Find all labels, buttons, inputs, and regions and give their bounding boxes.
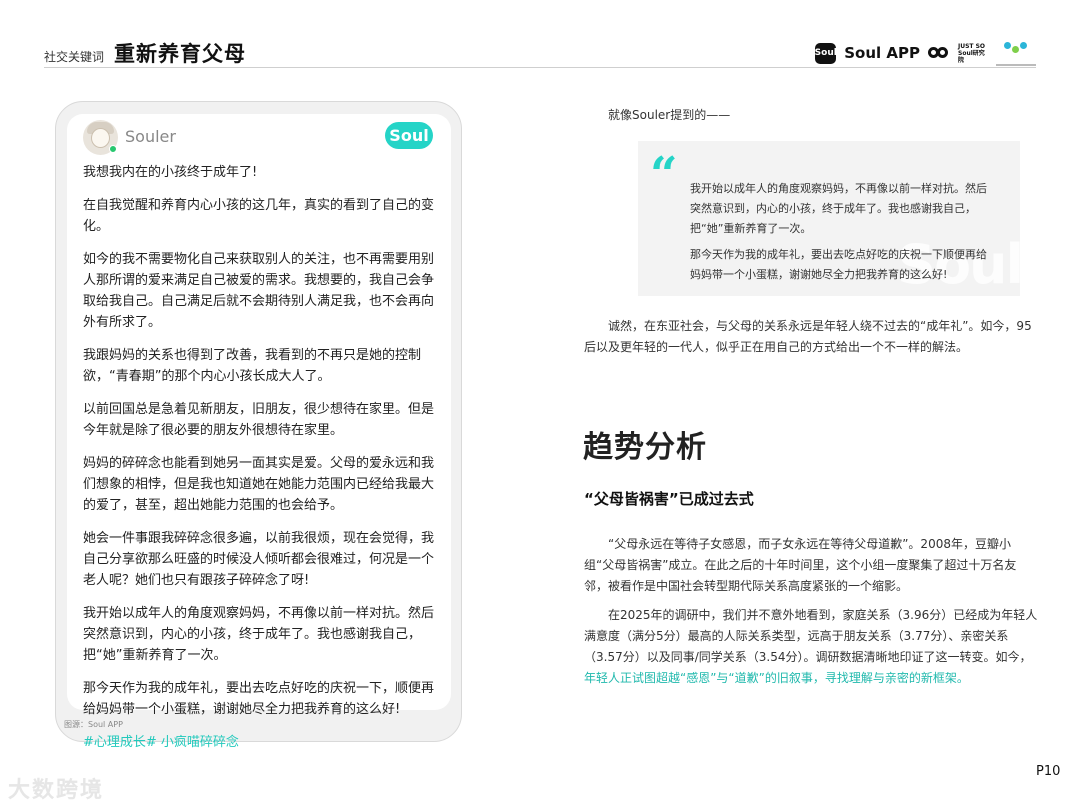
post-paragraph: 在自我觉醒和养育内心小孩的这几年，真实的看到了自己的变化。 [83,198,435,234]
page-header: 社交关键词 重新养育父母 Soul Soul APP JUST SO Soul研… [44,34,1036,68]
post-paragraph: 那今天作为我的成年礼，要出去吃点好吃的庆祝一下，顺便再给妈妈带一个小蛋糕，谢谢她… [83,681,435,717]
quote-lead: 就像Souler提到的—— [608,108,731,122]
body-paragraph: 在2025年的调研中，我们并不意外地看到，家庭关系（3.96分）已经成为年轻人满… [584,605,1040,689]
post-paragraph: 她会一件事跟我碎碎念很多遍，以前我很烦，现在会觉得，我自己分享欲那么旺盛的时候没… [83,531,435,588]
page-title: 重新养育父母 [114,42,246,66]
post-tags[interactable]: #心理成长# 小疯喵碎碎念 [83,732,443,753]
post-body: 我想我内在的小孩终于成年了! 在自我觉醒和养育内心小孩的这几年，真实的看到了自己… [83,162,443,765]
page-number: P10 [1036,764,1061,779]
quote-mark-icon: “ [650,147,678,203]
body-paragraph: “父母永远在等待子女感恩，而子女永远在等待父母道歉”。2008年，豆瓣小组“父母… [584,537,1017,593]
body-paragraph: 诚然，在东亚社会，与父母的关系永远是年轻人绕不过去的“成年礼”。如今，95后以及… [584,319,1032,354]
soul-research-logo-icon [928,44,950,62]
section-title: 趋势分析 [583,430,707,465]
post-username: Souler [125,127,176,146]
keyword-label: 社交关键词 [44,50,105,64]
partner-logo-icon [996,40,1036,66]
post-paragraph: 我开始以成年人的角度观察妈妈，不再像以前一样对抗。然后突然意识到，内心的小孩，终… [83,606,435,663]
sub-title: “父母皆祸害”已成过去式 [584,490,754,508]
post-paragraph: 以前回国总是急着见新朋友，旧朋友，很少想待在家里。但是今年就是除了很必要的朋友外… [83,402,435,438]
image-source-caption: 图源：Soul APP [64,720,123,729]
post-paragraph: 如今的我不需要物化自己来获取别人的关注，也不再需要用别人那所谓的爱来满足自己被爱… [83,252,435,330]
footer-watermark: 大数跨境 [8,778,105,803]
post-card: Souler Soul 我想我内在的小孩终于成年了! 在自我觉醒和养育内心小孩的… [67,114,451,750]
soul-badge: Soul [385,122,433,149]
quote-text: 那今天作为我的成年礼，要出去吃点好吃的庆祝一下顺便再给妈妈带一个小蛋糕，谢谢她尽… [690,248,987,281]
quote-text: 我开始以成年人的角度观察妈妈，不再像以前一样对抗。然后突然意识到，内心的小孩，终… [690,182,987,235]
post-paragraph: 我跟妈妈的关系也得到了改善，我看到的不再只是她的控制欲，“青春期”的那个内心小孩… [83,348,422,384]
brand-research-text: JUST SO Soul研究院 [958,42,986,64]
highlighted-text: 年轻人正试图超越“感恩”与“道歉”的旧叙事，寻找理解与亲密的新框架。 [584,671,969,685]
post-paragraph: 妈妈的碎碎念也能看到她另一面其实是爱。父母的爱永远和我们想象的相悖，但是我也知道… [83,456,435,513]
body-text: 在2025年的调研中，我们并不意外地看到，家庭关系（3.96分）已经成为年轻人满… [584,608,1038,664]
post-paragraph: 我想我内在的小孩终于成年了! [83,165,258,180]
soul-app-icon: Soul [815,42,837,64]
brand-app-name: Soul APP [844,44,920,62]
quote-box: “ Soul 我开始以成年人的角度观察妈妈，不再像以前一样对抗。然后突然意识到，… [638,141,1020,296]
online-status-icon [109,145,117,153]
brand-logos: Soul Soul APP JUST SO Soul研究院 [815,40,1036,66]
